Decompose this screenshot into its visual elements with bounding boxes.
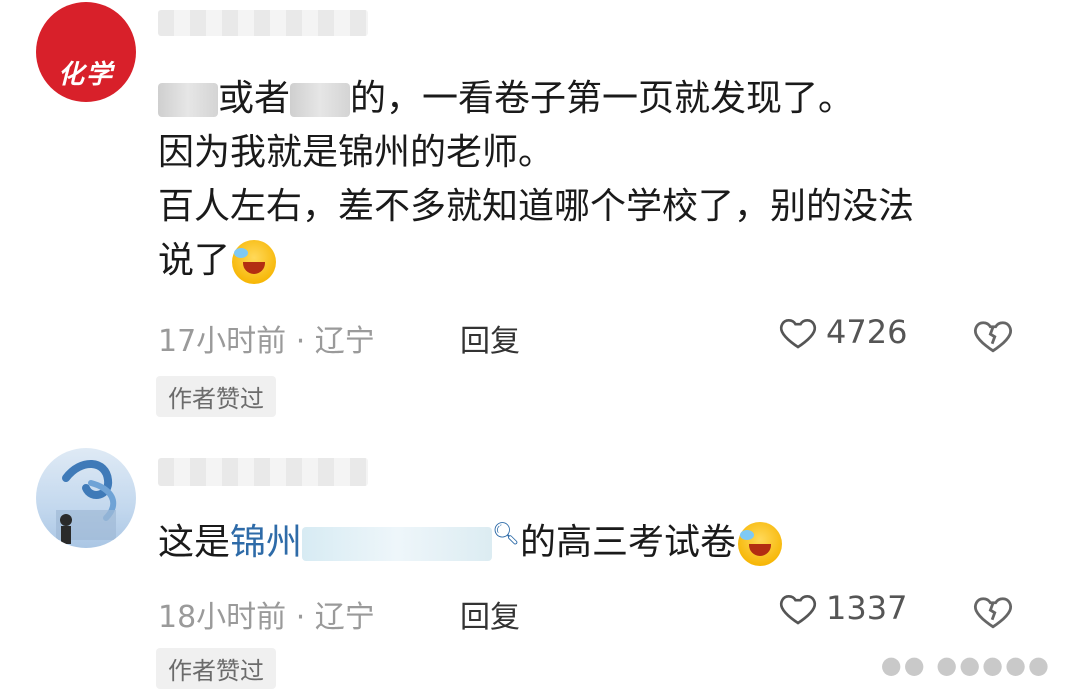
comment-text-fragment: 这是 bbox=[158, 522, 231, 563]
avatar[interactable] bbox=[36, 448, 136, 548]
comment-text: 或者 的，一看卷子第一页就发现了。 因为我就是锦州的老师。 百人左右，差不多就知道… bbox=[158, 72, 1038, 288]
comment-line-1: 或者 的，一看卷子第一页就发现了。 bbox=[158, 72, 1038, 126]
watermark: ●● ●●●●● bbox=[880, 651, 1051, 679]
comment-text: 这是锦州 🔍︎的高三考试卷 bbox=[158, 508, 1038, 570]
username-redacted[interactable] bbox=[158, 458, 368, 486]
reply-button[interactable]: 回复 bbox=[460, 592, 520, 636]
laughing-crying-emoji-icon bbox=[232, 240, 277, 284]
comment-line-2: 因为我就是锦州的老师。 bbox=[158, 132, 555, 173]
comment-text-fragment: 说了 bbox=[158, 240, 231, 281]
comment-text-fragment: 的，一看卷子第一页就发现了。 bbox=[350, 78, 855, 119]
author-liked-badge: 作者赞过 bbox=[156, 376, 276, 417]
comment-text-fragment: 的高三考试卷 bbox=[519, 522, 736, 563]
avatar[interactable]: 化学 bbox=[36, 2, 136, 102]
avatar-illustration bbox=[56, 460, 117, 544]
redacted-text bbox=[290, 83, 351, 117]
comment-list: 化学 或者 的，一看卷子第一页就发现了。 因为我就是锦州的老师。 百人左右，差不多… bbox=[0, 0, 1071, 697]
avatar-text: 化学 bbox=[57, 60, 114, 90]
author-liked-badge: 作者赞过 bbox=[156, 648, 276, 689]
redacted-text bbox=[158, 83, 218, 117]
reply-button[interactable]: 回复 bbox=[460, 316, 520, 360]
comment-text-fragment: 或者 bbox=[218, 78, 291, 119]
comment-line-3: 百人左右，差不多就知道哪个学校了，别的没法 bbox=[158, 186, 915, 227]
heart-icon bbox=[779, 594, 817, 625]
comment-line-1: 这是锦州 🔍︎的高三考试卷 bbox=[158, 508, 1038, 570]
comment-item: 化学 或者 的，一看卷子第一页就发现了。 因为我就是锦州的老师。 百人左右，差不多… bbox=[0, 0, 1071, 430]
comment-meta: 17小时前 · 辽宁 回复 bbox=[158, 316, 520, 360]
like-button[interactable]: 4726 bbox=[778, 312, 907, 352]
redacted-link-text bbox=[302, 527, 493, 561]
search-icon[interactable]: 🔍︎ bbox=[492, 522, 520, 547]
heart-icon bbox=[779, 318, 817, 349]
timestamp-location: 18小时前 · 辽宁 bbox=[158, 600, 375, 635]
keyword-link[interactable]: 锦州 bbox=[230, 522, 302, 563]
broken-heart-icon[interactable] bbox=[972, 590, 1014, 632]
comment-meta: 18小时前 · 辽宁 回复 bbox=[158, 592, 520, 636]
broken-heart-icon[interactable] bbox=[972, 314, 1014, 356]
timestamp-location: 17小时前 · 辽宁 bbox=[158, 324, 375, 359]
comment-line-4: 说了 bbox=[158, 234, 1038, 288]
like-button[interactable]: 1337 bbox=[778, 588, 907, 628]
like-count: 4726 bbox=[826, 313, 908, 351]
laughing-crying-emoji-icon bbox=[737, 522, 782, 566]
username-redacted[interactable] bbox=[158, 10, 368, 36]
like-count: 1337 bbox=[826, 589, 908, 627]
